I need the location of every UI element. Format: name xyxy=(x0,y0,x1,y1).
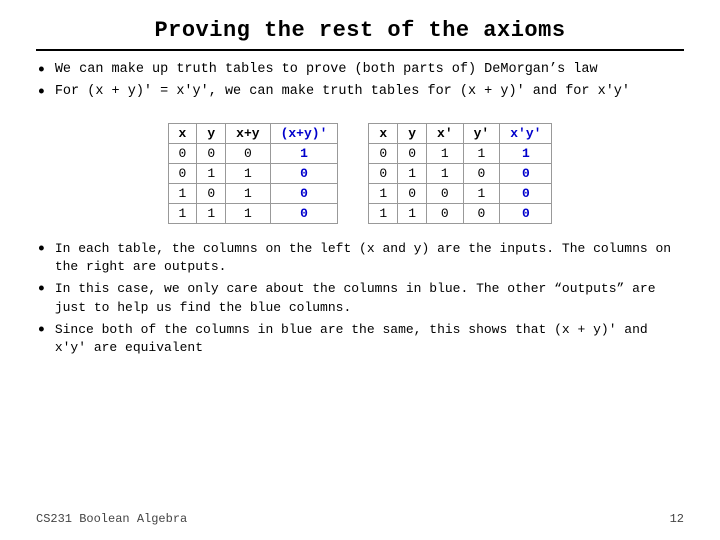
right-row-2: 01100 xyxy=(369,164,552,184)
bullet-dot-4: • xyxy=(36,281,47,299)
title-divider xyxy=(36,49,684,51)
top-bullets: • We can make up truth tables to prove (… xyxy=(36,61,684,105)
footer-left: CS231 Boolean Algebra xyxy=(36,512,187,526)
left-th-result: (x+y)′ xyxy=(270,124,338,144)
left-th-x: x xyxy=(168,124,197,144)
bullet-bottom-2: • In this case, we only care about the c… xyxy=(36,280,684,316)
bullet-top-1: • We can make up truth tables to prove (… xyxy=(36,61,684,80)
bullet-dot-2: • xyxy=(36,84,47,102)
left-row-3: 1010 xyxy=(168,184,338,204)
tables-section: x y x+y (x+y)′ 0001 0110 1010 1110 xyxy=(36,123,684,224)
right-th-yp: y′ xyxy=(463,124,500,144)
right-row-3: 10010 xyxy=(369,184,552,204)
bullet-dot-5: • xyxy=(36,322,47,340)
right-th-x: x xyxy=(369,124,398,144)
bottom-bullets: • In each table, the columns on the left… xyxy=(36,240,684,361)
footer-right: 12 xyxy=(670,512,684,526)
left-table: x y x+y (x+y)′ 0001 0110 1010 1110 xyxy=(168,123,339,224)
right-row-4: 11000 xyxy=(369,204,552,224)
right-th-xp: x′ xyxy=(427,124,464,144)
right-th-y: y xyxy=(398,124,427,144)
bullet-text-5: Since both of the columns in blue are th… xyxy=(55,321,684,357)
slide-title: Proving the rest of the axioms xyxy=(36,18,684,43)
bullet-dot-1: • xyxy=(36,62,47,80)
bullet-bottom-3: • Since both of the columns in blue are … xyxy=(36,321,684,357)
left-row-4: 1110 xyxy=(168,204,338,224)
left-th-y: y xyxy=(197,124,226,144)
footer: CS231 Boolean Algebra 12 xyxy=(36,508,684,526)
bullet-top-2: • For (x + y)′ = x′y′, we can make truth… xyxy=(36,83,684,102)
left-row-2: 0110 xyxy=(168,164,338,184)
left-th-xpy: x+y xyxy=(226,124,270,144)
bullet-bottom-1: • In each table, the columns on the left… xyxy=(36,240,684,276)
right-table: x y x′ y′ x′y′ 00111 01100 10010 1 xyxy=(368,123,552,224)
bullet-text-2: For (x + y)′ = x′y′, we can make truth t… xyxy=(55,83,684,102)
slide: Proving the rest of the axioms • We can … xyxy=(0,0,720,540)
right-row-1: 00111 xyxy=(369,144,552,164)
bullet-text-1: We can make up truth tables to prove (bo… xyxy=(55,61,684,80)
left-row-1: 0001 xyxy=(168,144,338,164)
right-th-result: x′y′ xyxy=(500,124,552,144)
bullet-dot-3: • xyxy=(36,241,47,259)
bullet-text-4: In this case, we only care about the col… xyxy=(55,280,684,316)
bullet-text-3: In each table, the columns on the left (… xyxy=(55,240,684,276)
